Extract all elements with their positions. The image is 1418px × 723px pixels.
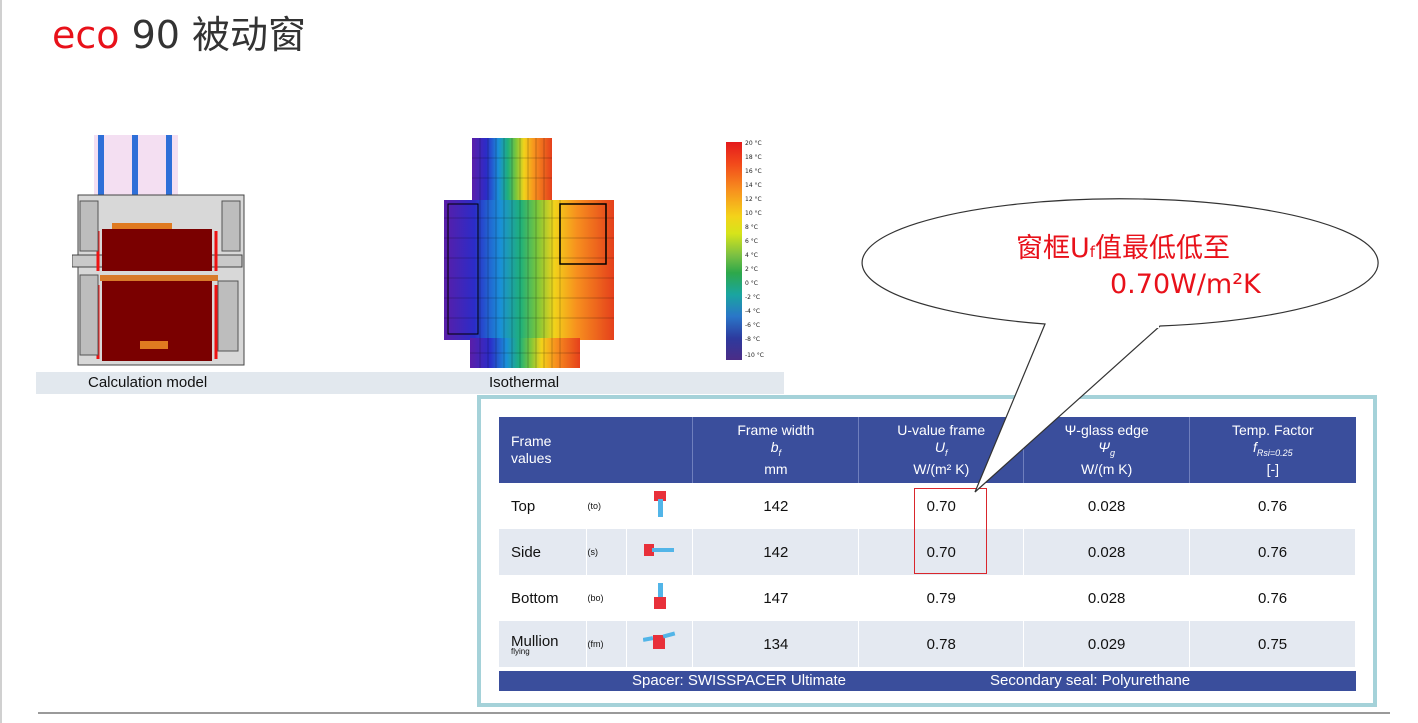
top-profile-icon <box>653 491 666 517</box>
row-abbr: (to) <box>586 483 628 529</box>
row-u-value: 0.78 <box>858 621 1025 667</box>
scale-label: -4 °C <box>745 308 761 315</box>
row-abbr: (s) <box>586 529 628 575</box>
scale-label: -10 °C <box>745 352 764 359</box>
spacer-note: Spacer: SWISSPACER Ultimate <box>632 672 846 689</box>
scale-label: 14 °C <box>745 182 762 189</box>
row-abbr: (fm) <box>586 621 628 667</box>
scale-label: 12 °C <box>745 196 762 203</box>
table-row: Bottom (bo) 147 0.79 0.028 0.76 <box>499 575 1356 621</box>
row-temp: 0.76 <box>1189 575 1356 621</box>
table-footer: Spacer: SWISSPACER Ultimate Secondary se… <box>499 671 1356 691</box>
isothermal-image <box>444 138 614 368</box>
row-psi: 0.028 <box>1023 575 1191 621</box>
temperature-scale-bar <box>726 142 742 360</box>
scale-label: 6 °C <box>745 238 758 245</box>
left-border <box>0 0 2 723</box>
row-temp: 0.75 <box>1189 621 1356 667</box>
header-psi-glass-edge: Ψ-glass edge Ψg W/(m K) <box>1023 417 1191 483</box>
row-psi: 0.028 <box>1023 483 1191 529</box>
page-title: eco 90 被动窗 <box>52 10 306 60</box>
row-temp: 0.76 <box>1189 529 1356 575</box>
calculation-model-image <box>72 135 245 366</box>
calculation-model-caption: Calculation model <box>88 374 208 391</box>
bottom-divider <box>38 712 1390 714</box>
isothermal-caption: Isothermal <box>489 374 560 391</box>
bottom-profile-icon <box>653 583 666 609</box>
header-frame-width: Frame width bf mm <box>692 417 860 483</box>
row-name: Top <box>499 483 588 529</box>
scale-label: 20 °C <box>745 140 762 147</box>
title-brand: eco <box>52 13 120 57</box>
scale-label: -6 °C <box>745 322 761 329</box>
scale-label: 16 °C <box>745 168 762 175</box>
scale-label: -8 °C <box>745 336 761 343</box>
side-profile-icon <box>643 544 674 556</box>
row-name: Bottom <box>499 575 588 621</box>
row-abbr: (bo) <box>586 575 628 621</box>
row-psi: 0.029 <box>1023 621 1191 667</box>
scale-label: 8 °C <box>745 224 758 231</box>
row-temp: 0.76 <box>1189 483 1356 529</box>
u-value-highlight-box <box>914 488 987 574</box>
row-width: 134 <box>692 621 860 667</box>
table-row: Mullion flying (fm) 134 0.78 0.029 0.75 <box>499 621 1356 667</box>
row-width: 142 <box>692 483 860 529</box>
callout-line-1: 窗框Uf值最低低至 <box>1016 233 1231 264</box>
row-width: 147 <box>692 575 860 621</box>
scale-label: 0 °C <box>745 280 758 287</box>
row-width: 142 <box>692 529 860 575</box>
mullion-profile-icon <box>642 631 676 649</box>
row-u-value: 0.79 <box>858 575 1025 621</box>
header-u-value: U-value frame Uf W/(m² K) <box>858 417 1025 483</box>
scale-label: -2 °C <box>745 294 761 301</box>
scale-label: 4 °C <box>745 252 758 259</box>
seal-note: Secondary seal: Polyurethane <box>990 672 1191 689</box>
scale-label: 2 °C <box>745 266 758 273</box>
header-frame-values: Frame values <box>499 417 694 483</box>
row-name: Side <box>499 529 588 575</box>
title-rest: 90 被动窗 <box>119 13 307 57</box>
table-header-row: Frame values Frame width bf mm U-value fr… <box>499 417 1356 483</box>
row-psi: 0.028 <box>1023 529 1191 575</box>
scale-label: 18 °C <box>745 154 762 161</box>
scale-label: 10 °C <box>745 210 762 217</box>
header-temp-factor: Temp. Factor fRsi=0.25 [-] <box>1189 417 1356 483</box>
row-name: Mullion flying <box>499 621 588 667</box>
callout-line-2: 0.70W/m²K <box>1110 269 1261 300</box>
